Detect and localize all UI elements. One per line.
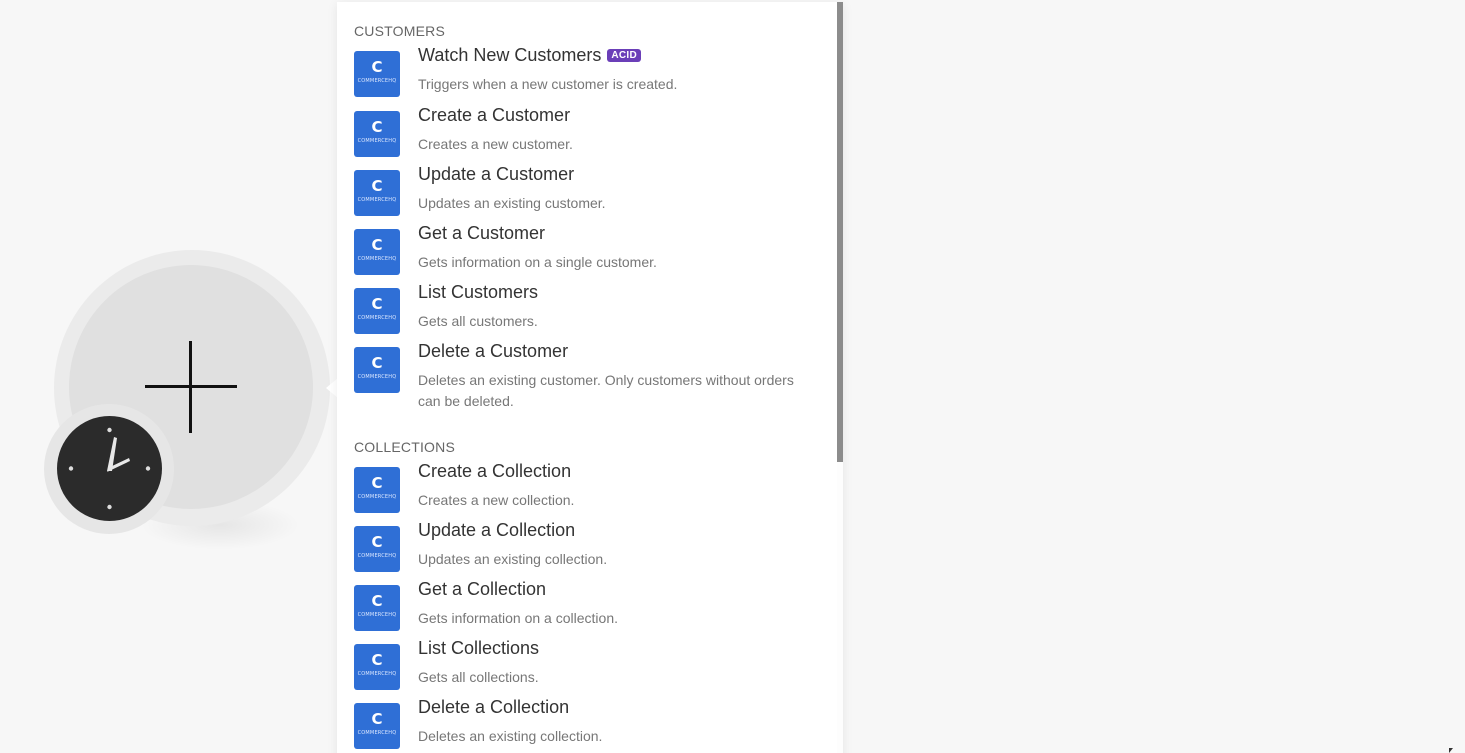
section-header-customers: CUSTOMERS [354, 23, 445, 39]
commercehq-icon: C COMMERCEHQ [354, 111, 400, 157]
item-title: Get a Collection [418, 579, 547, 599]
item-description: Updates an existing collection. [418, 551, 608, 567]
commercehq-icon: C COMMERCEHQ [354, 467, 400, 513]
item-title: Create a Collection [418, 461, 572, 481]
commercehq-icon: C COMMERCEHQ [354, 229, 400, 275]
item-description: Gets all customers. [418, 313, 538, 329]
item-title: Create a Customer [418, 105, 571, 125]
commercehq-icon: C COMMERCEHQ [354, 170, 400, 216]
item-description: Deletes an existing customer. Only custo… [418, 372, 794, 409]
scrollbar-thumb[interactable] [837, 2, 843, 462]
commercehq-icon: C COMMERCEHQ [354, 644, 400, 690]
item-description: Gets information on a collection. [418, 610, 618, 626]
commercehq-icon: C COMMERCEHQ [354, 703, 400, 749]
item-title: Update a Customer [418, 164, 575, 184]
item-title: Delete a Customer [418, 341, 569, 361]
commercehq-icon: C COMMERCEHQ [354, 585, 400, 631]
section-header-collections: COLLECTIONS [354, 439, 455, 455]
scenario-canvas: CUSTOMERS C COMMERCEHQ Watch New Custome… [0, 0, 1465, 753]
item-description: Gets all collections. [418, 669, 539, 685]
commercehq-icon: C COMMERCEHQ [354, 51, 400, 97]
commercehq-icon: C COMMERCEHQ [354, 347, 400, 393]
item-description: Triggers when a new customer is created. [418, 76, 678, 92]
commercehq-icon: C COMMERCEHQ [354, 288, 400, 334]
module-picker-panel: CUSTOMERS C COMMERCEHQ Watch New Custome… [337, 2, 843, 753]
item-description: Updates an existing customer. [418, 195, 606, 211]
item-title: Delete a Collection [418, 697, 570, 717]
acid-badge: ACID [607, 49, 642, 62]
item-title: Watch New Customers ACID [418, 45, 642, 66]
mouse-cursor-icon [1449, 748, 1453, 753]
commercehq-icon: C COMMERCEHQ [354, 526, 400, 572]
item-description: Creates a new customer. [418, 136, 573, 152]
item-title: List Collections [418, 638, 540, 658]
item-description: Deletes an existing collection. [418, 728, 603, 744]
item-title: Update a Collection [418, 520, 576, 540]
item-title: Get a Customer [418, 223, 546, 243]
clock-icon[interactable] [57, 416, 162, 521]
item-description: Gets information on a single customer. [418, 254, 657, 270]
item-description: Creates a new collection. [418, 492, 575, 508]
item-title: List Customers [418, 282, 539, 302]
